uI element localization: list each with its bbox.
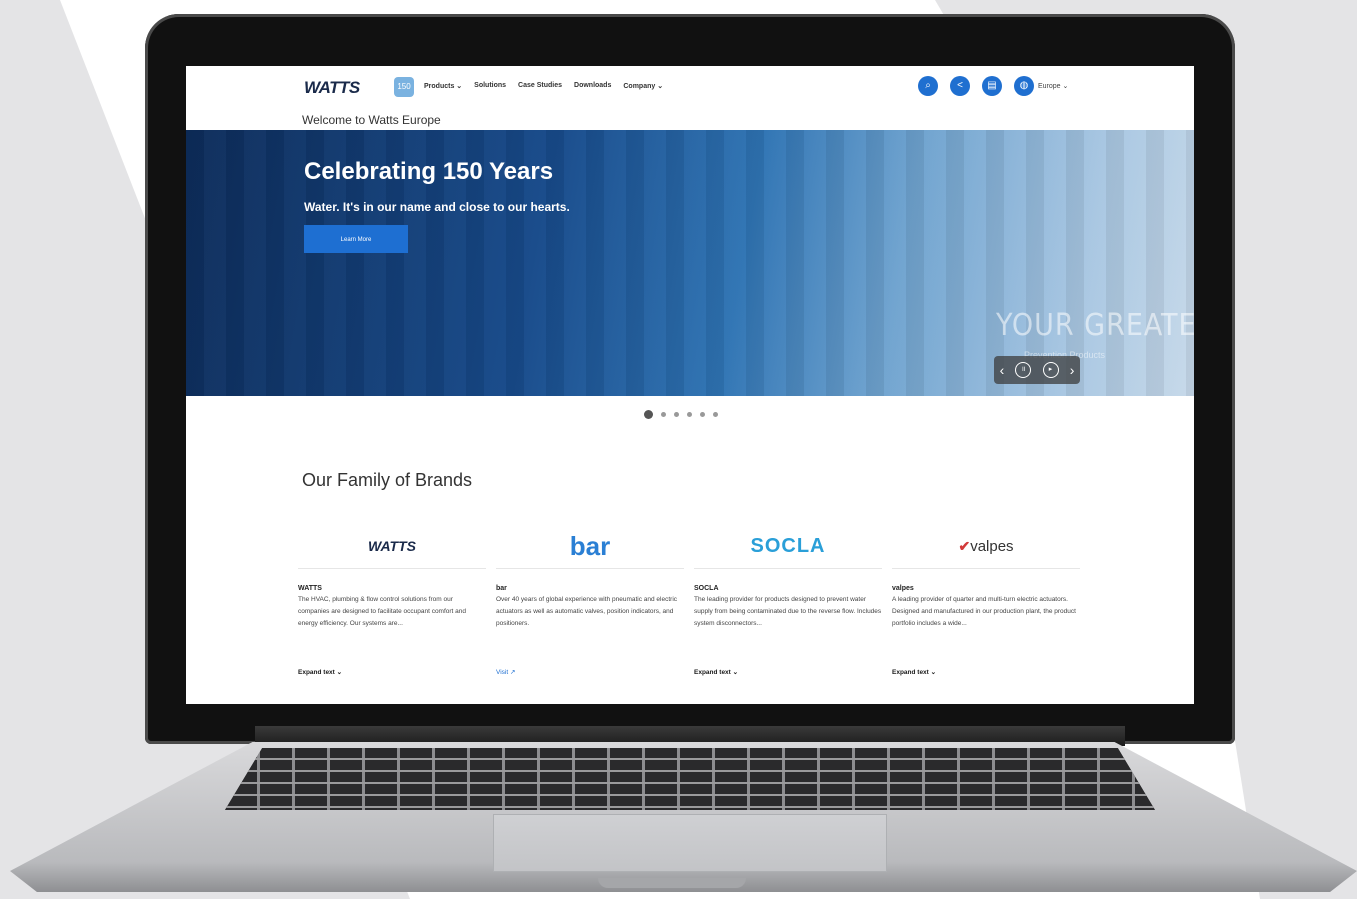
main-menu: Products ⌄ Solutions Case Studies Downlo… [424,82,663,90]
expand-text-link[interactable]: Expand text ⌄ [298,668,486,676]
brand-name: SOCLA [694,585,719,592]
carousel-dots [644,410,718,419]
play-icon[interactable]: ▸ [1042,362,1059,378]
top-navigation: WATTS 150 Products ⌄ Solutions Case Stud… [186,66,1194,110]
watts-brand-logo[interactable]: WATTS [298,524,486,569]
hero-title: Celebrating 150 Years [304,158,554,185]
section-title: Our Family of Brands [302,470,473,490]
brand-card-watts: WATTS WATTS The HVAC, plumbing & flow co… [298,524,486,704]
socla-brand-logo[interactable]: SOCLA [694,524,882,569]
menu-item-downloads[interactable]: Downloads [574,82,611,90]
carousel-dot[interactable] [674,412,679,417]
hero-banner: YOUR GREATES Prevention Products Celebra… [186,130,1194,396]
brand-card-bar: bar bar Over 40 years of global experien… [496,524,684,704]
brand-name: valpes [892,585,914,592]
brand-description: Over 40 years of global experience with … [496,596,678,627]
brand-card-socla: SOCLA SOCLA The leading provider for pro… [694,524,882,704]
bar-brand-logo[interactable]: bar [496,524,684,569]
brand-name: WATTS [298,585,322,592]
carousel-dot[interactable] [687,412,692,417]
search-icon[interactable]: ⌕ [918,76,938,96]
brand-description: The leading provider for products design… [694,596,882,627]
region-selector[interactable]: Europe ⌄ [1038,82,1068,90]
valpes-brand-logo[interactable]: ✔ valpes [892,524,1080,569]
menu-item-company[interactable]: Company ⌄ [623,82,663,90]
watts-logo[interactable]: WATTS [304,78,360,98]
poster-text: YOUR GREATES [996,308,1194,343]
visit-link[interactable]: Visit ↗ [496,668,684,676]
brand-card-valpes: ✔ valpes valpes A leading provider of qu… [892,524,1080,704]
anniversary-badge: 150 [394,77,414,97]
brand-name: bar [496,585,507,592]
carousel-dot[interactable] [644,410,653,419]
menu-item-products[interactable]: Products ⌄ [424,82,462,90]
pause-icon[interactable]: ॥ [1015,362,1032,378]
carousel-dot[interactable] [700,412,705,417]
carousel-controls: ‹ ॥ ▸ › [994,356,1080,384]
chevron-left-icon[interactable]: ‹ [1000,362,1005,378]
brand-description: The HVAC, plumbing & flow control soluti… [298,596,467,627]
menu-item-solutions[interactable]: Solutions [474,82,506,90]
laptop-screen: WATTS 150 Products ⌄ Solutions Case Stud… [186,66,1194,704]
laptop-trackpad [493,814,887,872]
brand-description: A leading provider of quarter and multi-… [892,596,1076,627]
share-icon[interactable]: < [950,76,970,96]
contact-icon[interactable]: ▤ [982,76,1002,96]
welcome-text: Welcome to Watts Europe [302,113,441,127]
carousel-dot[interactable] [713,412,718,417]
chevron-right-icon[interactable]: › [1070,362,1075,378]
globe-icon[interactable]: ◍ [1014,76,1034,96]
expand-text-link[interactable]: Expand text ⌄ [892,668,1080,676]
expand-text-link[interactable]: Expand text ⌄ [694,668,882,676]
hero-subtitle: Water. It's in our name and close to our… [304,200,570,214]
laptop-notch [598,878,746,888]
learn-more-button[interactable]: Learn More [304,225,408,253]
carousel-dot[interactable] [661,412,666,417]
keyboard-rows [225,748,1155,810]
menu-item-case-studies[interactable]: Case Studies [518,82,562,90]
checkmark-icon: ✔ [958,537,971,554]
